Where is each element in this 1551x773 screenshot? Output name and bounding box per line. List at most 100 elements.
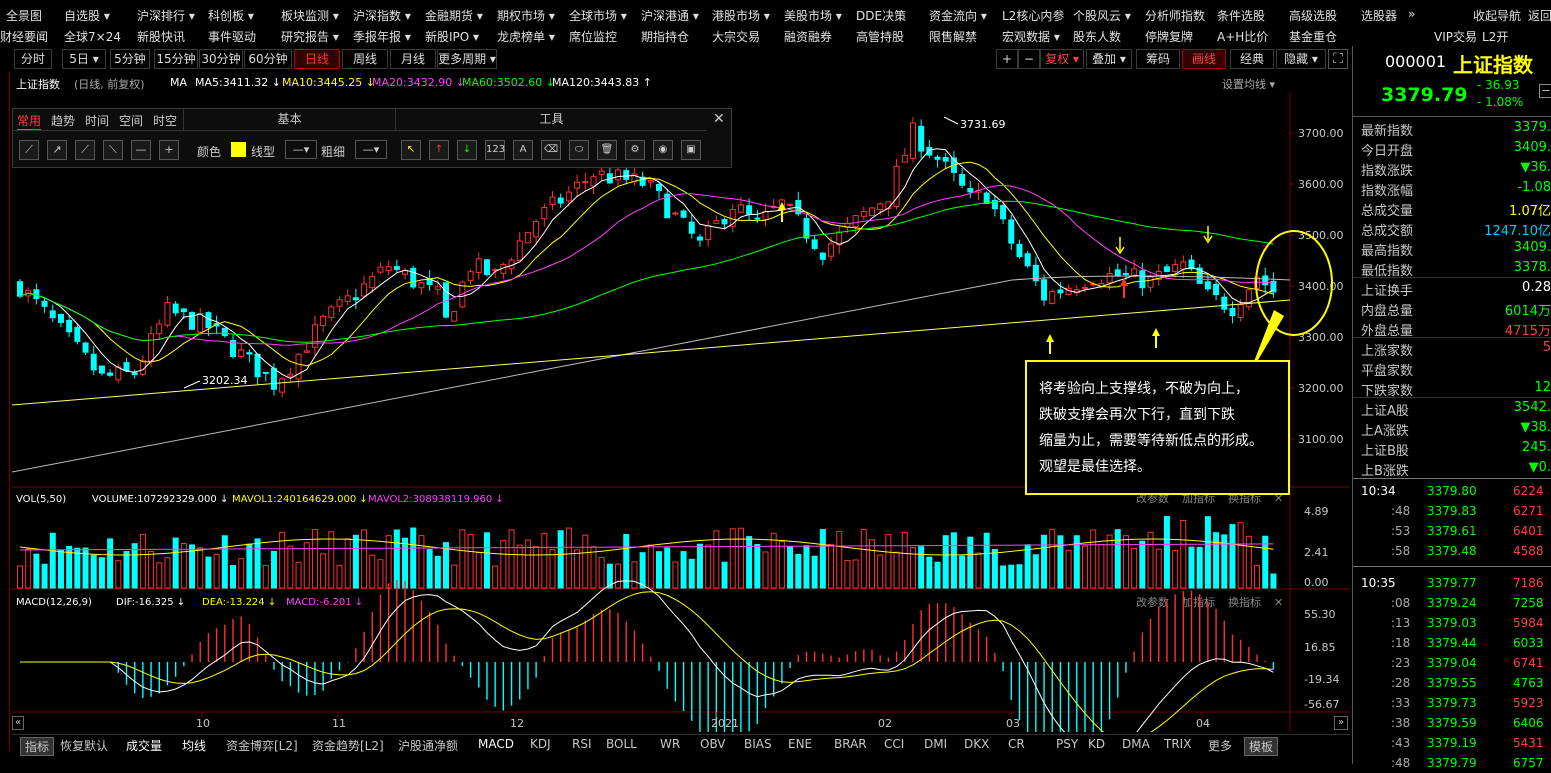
draw-tab[interactable]: 时空 — [153, 112, 177, 129]
collapse-icon[interactable]: − — [1539, 84, 1551, 98]
left-side-strip[interactable] — [0, 71, 10, 751]
menu-item[interactable]: 科创板 ▾ — [208, 7, 254, 24]
menu-item[interactable]: 大宗交易 — [712, 28, 760, 45]
menu-item[interactable]: 个股风云 ▾ — [1073, 7, 1131, 24]
menu-item[interactable]: 期权市场 ▾ — [497, 7, 555, 24]
pane-button[interactable]: 换指标 — [1228, 595, 1261, 609]
menu-item[interactable]: 宏观数据 ▾ — [1002, 28, 1060, 45]
period-tab[interactable]: 月线 — [390, 49, 436, 69]
line-tool-icon[interactable]: ⟋ — [19, 140, 39, 160]
menu-item[interactable]: 席位监控 — [569, 28, 617, 45]
indicator-tab[interactable]: BRAR — [834, 737, 867, 751]
draw-tool-icon[interactable]: ◉ — [653, 140, 673, 160]
line-tool-icon[interactable]: + — [159, 140, 179, 160]
period-tab[interactable]: 30分钟 — [199, 49, 243, 69]
menu-item[interactable]: 选股器 — [1361, 7, 1397, 24]
close-icon[interactable]: ⛶ — [1328, 49, 1348, 69]
indicator-tab[interactable]: DMA — [1122, 737, 1150, 751]
ma-setting-button[interactable]: 设置均线 ▾ — [1222, 76, 1275, 92]
line-tool-icon[interactable]: ⟋ — [75, 140, 95, 160]
color-swatch[interactable] — [231, 142, 246, 157]
draw-tool-icon[interactable]: 🗑 — [597, 140, 617, 160]
indicator-tab[interactable]: 成交量 — [126, 737, 162, 754]
thickness-select[interactable]: —▾ — [355, 140, 387, 159]
menu-item[interactable]: 高管持股 — [856, 28, 904, 45]
menu-item[interactable]: 事件驱动 — [208, 28, 256, 45]
pane-button[interactable]: 加指标 — [1182, 595, 1215, 609]
menu-item[interactable]: 金融期货 ▾ — [425, 7, 483, 24]
indicator-tab[interactable]: OBV — [700, 737, 726, 751]
draw-tool-icon[interactable]: A — [513, 140, 533, 160]
menu-item[interactable]: 自选股 ▾ — [64, 7, 110, 24]
draw-tab[interactable]: 空间 — [119, 112, 143, 129]
draw-tab[interactable]: 常用 — [17, 112, 42, 130]
period-tab[interactable]: 15分钟 — [154, 49, 198, 69]
draw-tool-icon[interactable]: ⬭ — [569, 140, 589, 160]
indicator-tab[interactable]: CCI — [884, 737, 904, 751]
menu-item[interactable]: 期指持仓 — [641, 28, 689, 45]
indicator-tab[interactable]: PSY — [1056, 737, 1078, 751]
indicator-tab[interactable]: TRIX — [1164, 737, 1191, 751]
chart-tool-button[interactable]: − — [1018, 49, 1040, 69]
menu-item[interactable]: 高级选股 — [1289, 7, 1337, 24]
menu-item[interactable]: 资金流向 ▾ — [929, 7, 987, 24]
menu-item[interactable]: 研究报告 ▾ — [281, 28, 339, 45]
menu-item[interactable]: A+H比价 — [1217, 28, 1268, 45]
indicator-tab[interactable]: MACD — [478, 737, 514, 751]
menu-item[interactable]: 沪深指数 ▾ — [353, 7, 411, 24]
chart-tool-button[interactable]: 经典 — [1230, 49, 1274, 69]
chart-tool-button[interactable]: 隐藏 ▾ — [1276, 49, 1326, 69]
draw-tab[interactable]: 时间 — [85, 112, 109, 129]
menu-item[interactable]: » — [1408, 7, 1415, 21]
indicator-tab[interactable]: 均线 — [182, 737, 206, 754]
draw-tool-icon[interactable]: ↖ — [401, 140, 421, 160]
indicator-tab[interactable]: KDJ — [530, 737, 551, 751]
indicator-tab[interactable]: DKX — [964, 737, 989, 751]
draw-tool-icon[interactable]: 123 — [485, 140, 505, 160]
period-tab[interactable]: 周线 — [342, 49, 388, 69]
menu-item[interactable]: 返回 — [1528, 7, 1551, 24]
line-tool-icon[interactable]: — — [131, 140, 151, 160]
menu-item[interactable]: 新股IPO ▾ — [425, 28, 479, 45]
indicator-tab[interactable]: 资金趋势[L2] — [312, 737, 384, 754]
menu-item[interactable]: 分析师指数 — [1145, 7, 1205, 24]
menu-item[interactable]: 全球7×24 — [64, 28, 121, 45]
menu-item[interactable]: 限售解禁 — [929, 28, 977, 45]
menu-item[interactable]: 财经要闻 — [0, 28, 48, 45]
indicator-tab[interactable]: KD — [1088, 737, 1105, 751]
close-icon[interactable]: ✕ — [713, 111, 725, 127]
line-type-select[interactable]: —▾ — [285, 140, 317, 159]
draw-tool-icon[interactable]: ↓ — [457, 140, 477, 160]
draw-tool-icon[interactable]: ⌫ — [541, 140, 561, 160]
chart-tool-button[interactable]: 画线 — [1182, 49, 1226, 69]
indicator-tab[interactable]: 模板 — [1244, 737, 1279, 756]
menu-item[interactable]: 沪深排行 ▾ — [137, 7, 195, 24]
chart-tool-button[interactable]: 复权 ▾ — [1040, 49, 1084, 69]
line-tool-icon[interactable]: ⟍ — [103, 140, 123, 160]
menu-item[interactable]: 全景图 — [6, 7, 42, 24]
period-tab[interactable]: 5日 ▾ — [62, 49, 106, 69]
period-tab[interactable]: 分时 — [14, 49, 52, 69]
period-tab[interactable]: 日线 — [294, 49, 340, 69]
pane-button[interactable]: ✕ — [1274, 596, 1283, 609]
indicator-tab[interactable]: RSI — [572, 737, 592, 751]
period-tab[interactable]: 更多周期 ▾ — [437, 49, 497, 69]
menu-item[interactable]: 股东人数 — [1073, 28, 1121, 45]
indicator-tab[interactable]: 更多 — [1208, 737, 1232, 754]
draw-tool-icon[interactable]: ↑ — [429, 140, 449, 160]
menu-item[interactable]: DDE决策 — [856, 7, 906, 24]
menu-item[interactable]: 收起导航 — [1473, 7, 1521, 24]
menu-item[interactable]: L2开 — [1482, 28, 1508, 45]
scroll-left-icon[interactable]: « — [12, 716, 24, 730]
chart-tool-button[interactable]: + — [996, 49, 1018, 69]
menu-item[interactable]: 美股市场 ▾ — [784, 7, 842, 24]
indicator-tab[interactable]: 恢复默认 — [60, 737, 108, 754]
menu-item[interactable]: 停牌复牌 — [1145, 28, 1193, 45]
period-tab[interactable]: 5分钟 — [110, 49, 150, 69]
indicator-tab[interactable]: BIAS — [744, 737, 772, 751]
menu-item[interactable]: 基金重仓 — [1289, 28, 1337, 45]
indicator-tab[interactable]: WR — [660, 737, 680, 751]
chart-tool-button[interactable]: 叠加 ▾ — [1086, 49, 1132, 69]
indicator-tab[interactable]: BOLL — [606, 737, 637, 751]
period-tab[interactable]: 60分钟 — [244, 49, 292, 69]
